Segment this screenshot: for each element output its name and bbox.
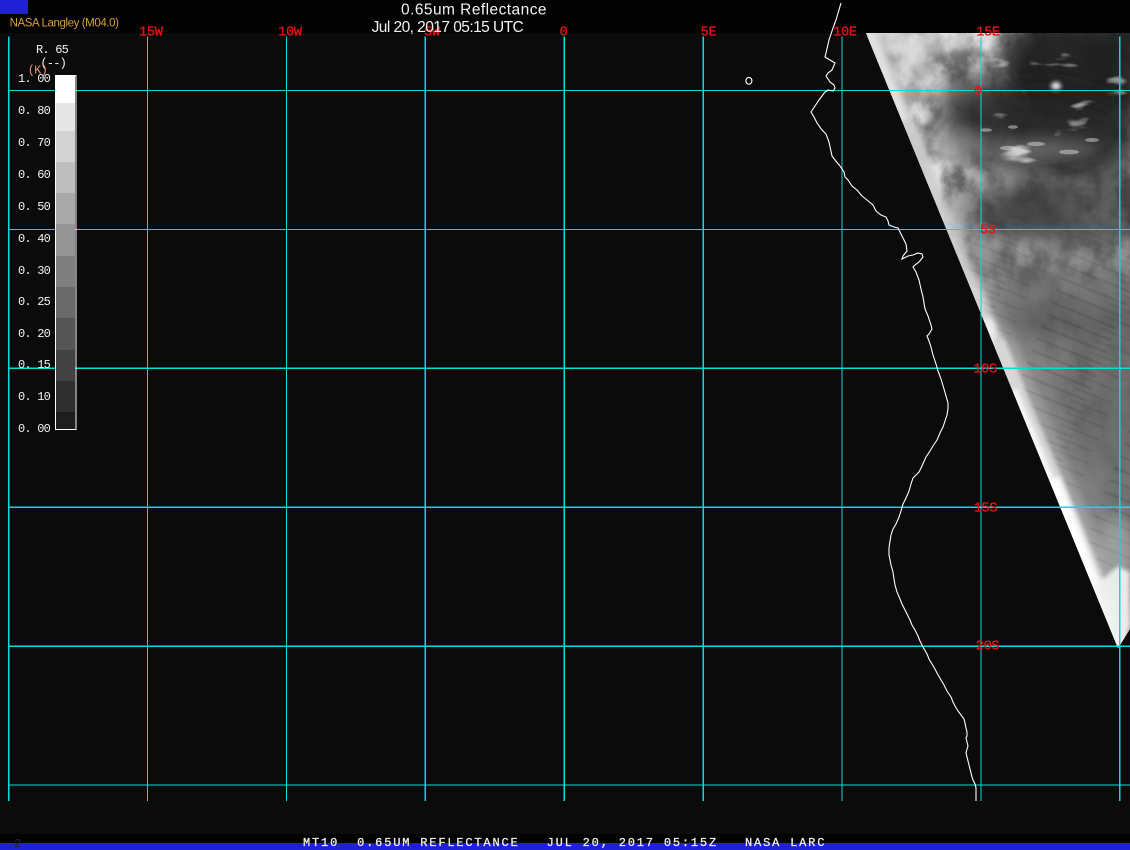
svg-text:15S: 15S <box>974 502 998 517</box>
svg-text:NASA Langley (M04.0): NASA Langley (M04.0) <box>10 18 120 30</box>
svg-text:R. 65: R. 65 <box>36 43 69 57</box>
svg-text:0: 0 <box>560 26 568 41</box>
svg-text:0. 80: 0. 80 <box>18 104 51 118</box>
svg-text:MT10 0.65UM REFLECTANCE JUL: MT10 0.65UM REFLECTANCE JUL 20, 2017 05:… <box>303 836 826 850</box>
svg-text:5S: 5S <box>980 224 996 239</box>
svg-text:0. 20: 0. 20 <box>18 327 51 341</box>
svg-text:15E: 15E <box>976 26 1000 41</box>
svg-text:0. 70: 0. 70 <box>18 136 51 150</box>
svg-text:0. 40: 0. 40 <box>18 232 51 246</box>
svg-text:0. 60: 0. 60 <box>18 168 51 182</box>
svg-text:15W: 15W <box>139 26 164 41</box>
svg-text:1. 00: 1. 00 <box>18 72 51 86</box>
svg-text:10E: 10E <box>833 26 857 41</box>
svg-text:0: 0 <box>974 85 982 100</box>
svg-text:0.65um Reflectance: 0.65um Reflectance <box>401 2 547 19</box>
svg-text:Jul 20, 2017 05:15 UTC: Jul 20, 2017 05:15 UTC <box>372 19 524 36</box>
svg-text:5E: 5E <box>701 26 717 41</box>
svg-text:0. 00: 0. 00 <box>18 422 51 436</box>
svg-text:2: 2 <box>14 837 21 850</box>
svg-text:0. 25: 0. 25 <box>18 295 51 309</box>
svg-text:10S: 10S <box>973 363 997 378</box>
svg-text:0. 30: 0. 30 <box>18 264 51 278</box>
svg-text:0. 50: 0. 50 <box>18 200 51 214</box>
svg-text:10W: 10W <box>278 26 303 41</box>
svg-text:20S: 20S <box>976 640 1000 655</box>
svg-text:0. 15: 0. 15 <box>18 358 51 372</box>
svg-text:0. 10: 0. 10 <box>18 390 51 404</box>
